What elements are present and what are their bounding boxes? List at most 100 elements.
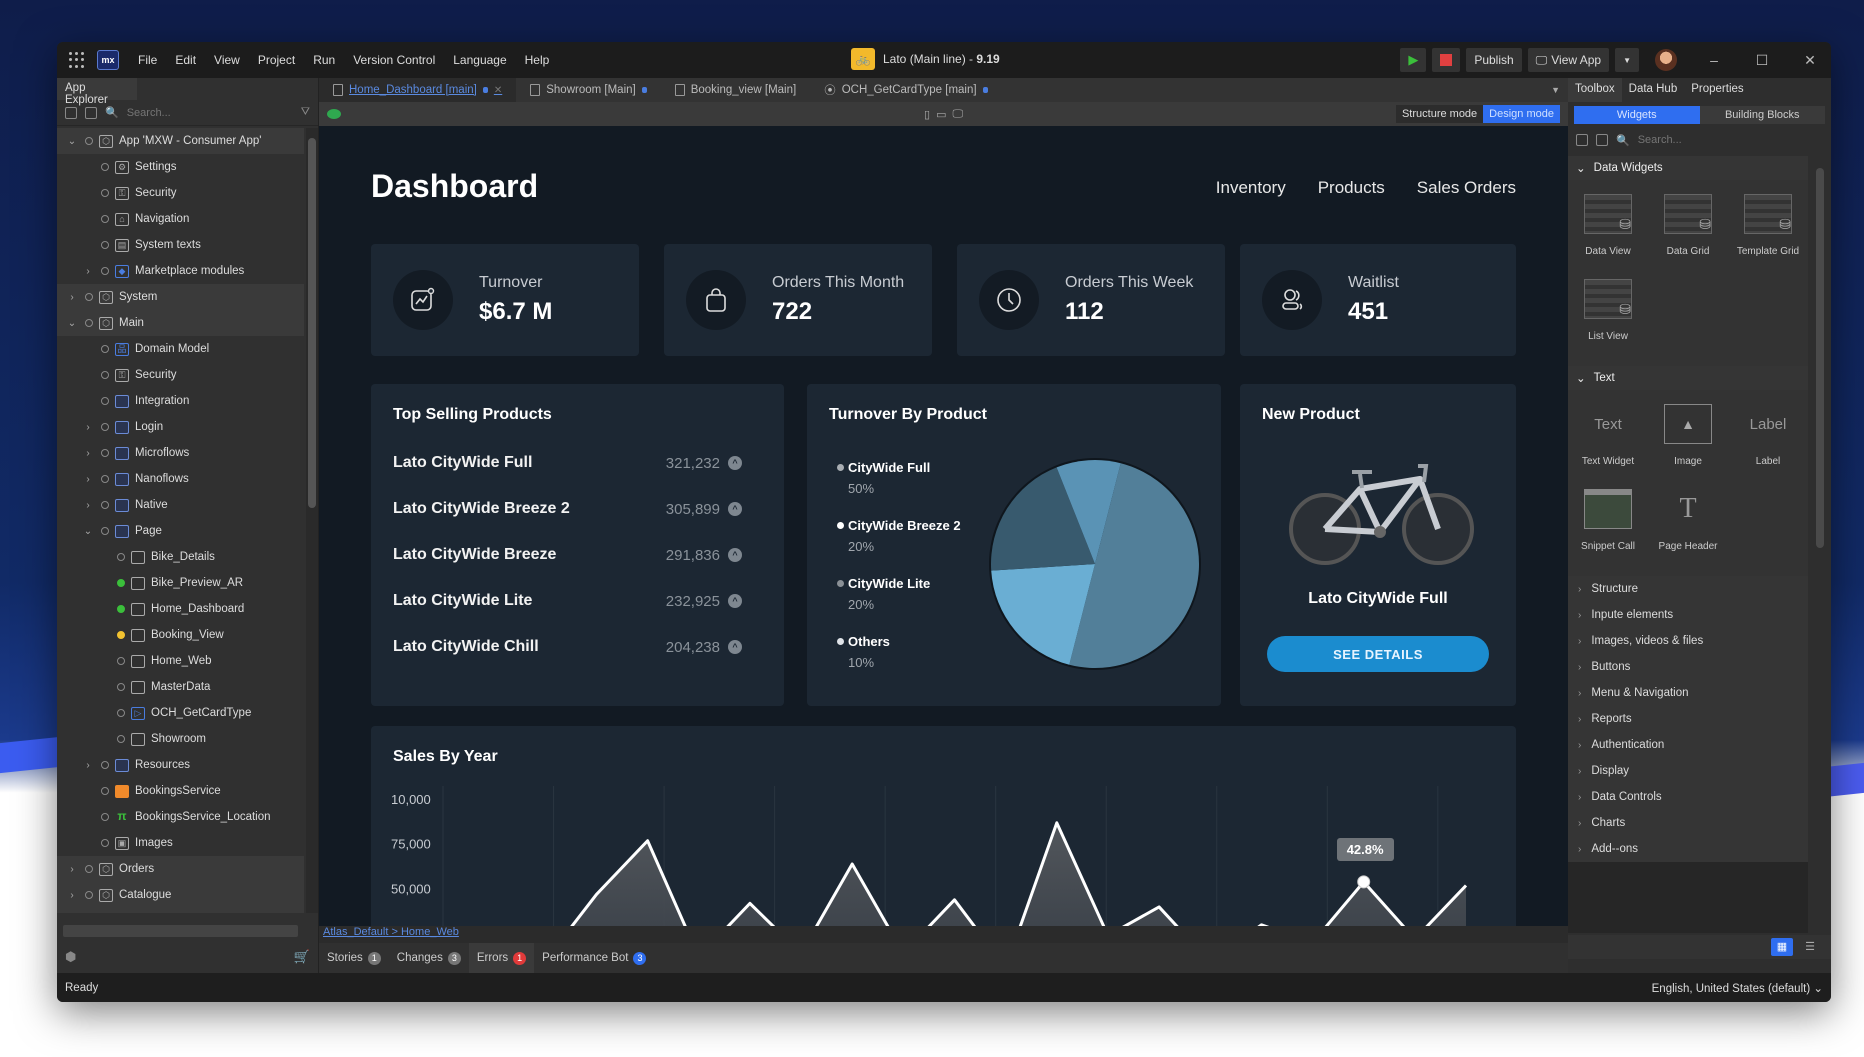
document-tab[interactable]: Home_Dashboard [main] ✕ (319, 78, 517, 102)
tree-item[interactable]: ▷ OCH_GetCardType (57, 700, 304, 726)
run-button[interactable]: ▶ (1400, 48, 1427, 72)
menu-file[interactable]: File (129, 53, 166, 67)
chevron-right-icon[interactable]: › (81, 422, 95, 433)
close-tab-icon[interactable]: ✕ (494, 85, 502, 96)
tree-item[interactable]: Showroom (57, 726, 304, 752)
tree-item[interactable]: Home_Web (57, 648, 304, 674)
tree-item[interactable]: › Microflows (57, 440, 304, 466)
stop-button[interactable] (1432, 48, 1461, 72)
tree-item[interactable]: › Native (57, 492, 304, 518)
tab-toolbox[interactable]: Toolbox (1568, 78, 1622, 102)
tree-item[interactable]: ▣ Images (57, 830, 304, 856)
bottom-tab[interactable]: Changes 3 (389, 943, 469, 973)
document-tab[interactable]: ⦿ OCH_GetCardType [main] (810, 78, 1001, 102)
menu-help[interactable]: Help (516, 53, 559, 67)
bottom-tab[interactable]: Performance Bot 3 (534, 943, 654, 973)
tree-item[interactable]: › Login (57, 414, 304, 440)
explorer-scrollbar[interactable] (306, 128, 318, 913)
maximize-button[interactable]: ☐ (1741, 52, 1783, 69)
chevron-down-icon[interactable]: ⌄ (65, 136, 79, 147)
tree-item[interactable]: Home_Dashboard (57, 596, 304, 622)
toolbox-search-input[interactable] (1637, 134, 1758, 146)
structure-mode-button[interactable]: Structure mode (1395, 105, 1484, 123)
toolbox-category[interactable]: › Charts (1568, 810, 1808, 836)
toolbox-category[interactable]: › Buttons (1568, 654, 1808, 680)
toolbox-category[interactable]: › Authentication (1568, 732, 1808, 758)
category-data-widgets[interactable]: ⌄ Data Widgets (1568, 156, 1808, 180)
building-blocks-segment[interactable]: Building Blocks (1699, 106, 1825, 124)
see-details-button[interactable]: SEE DETAILS (1267, 636, 1489, 672)
toolbox-category[interactable]: › Add--ons (1568, 836, 1808, 862)
widgets-segment[interactable]: Widgets (1574, 106, 1700, 124)
breadcrumb-layout[interactable]: Atlas_Default (323, 926, 388, 938)
module-icon[interactable]: ⬢ (65, 949, 76, 965)
tree-item[interactable]: › ⬡ Orders (57, 856, 304, 882)
nav-sales-orders[interactable]: Sales Orders (1417, 178, 1516, 198)
chevron-right-icon[interactable]: › (81, 500, 95, 511)
marketplace-icon[interactable]: 🛒 (294, 949, 310, 965)
tree-item[interactable]: ⚿ Security (57, 362, 304, 388)
view-app-dropdown[interactable]: ▼ (1615, 48, 1639, 72)
tree-item[interactable]: › ⬡ System (57, 284, 304, 310)
toolbox-scrollbar[interactable] (1815, 160, 1825, 927)
toolbox-category[interactable]: › Menu & Navigation (1568, 680, 1808, 706)
collapse-all-icon[interactable] (1596, 134, 1608, 146)
eye-icon[interactable] (327, 109, 341, 119)
tree-item[interactable]: › Resources (57, 752, 304, 778)
menu-version-control[interactable]: Version Control (344, 53, 444, 67)
toolbox-widget[interactable]: Snippet Call (1568, 483, 1648, 568)
explorer-search-input[interactable] (126, 106, 267, 119)
toolbox-category[interactable]: › Data Controls (1568, 784, 1808, 810)
chevron-right-icon[interactable]: › (65, 890, 79, 901)
minimize-button[interactable]: – (1693, 52, 1735, 68)
tree-item[interactable]: › ◆ Marketplace modules (57, 258, 304, 284)
expand-all-icon[interactable] (1576, 134, 1588, 146)
tree-item[interactable]: ⌄ ⬡ App 'MXW - Consumer App' (57, 128, 304, 154)
toolbox-widget[interactable]: T Page Header (1648, 483, 1728, 568)
tree-item[interactable]: Bike_Preview_AR (57, 570, 304, 596)
toolbox-widget[interactable]: ⛁ Template Grid (1728, 188, 1808, 273)
tabs-dropdown-icon[interactable]: ▼ (1551, 85, 1560, 95)
chevron-right-icon[interactable]: › (81, 760, 95, 771)
menu-language[interactable]: Language (444, 53, 515, 67)
close-button[interactable]: ✕ (1789, 52, 1831, 69)
chevron-down-icon[interactable]: ⌄ (81, 526, 95, 537)
tree-item[interactable]: 品 Domain Model (57, 336, 304, 362)
tree-item[interactable]: BookingsService (57, 778, 304, 804)
tree-item[interactable]: ▤ System texts (57, 232, 304, 258)
collapse-all-icon[interactable] (85, 106, 97, 119)
tablet-view-icon[interactable]: ▭ (936, 108, 946, 121)
filter-icon[interactable]: ⛛ (301, 106, 310, 119)
desktop-view-icon[interactable]: 🖵 (952, 108, 963, 121)
toolbox-widget[interactable]: Label Label (1728, 398, 1808, 483)
phone-view-icon[interactable]: ▯ (924, 108, 930, 121)
chevron-down-icon[interactable]: ⌄ (65, 318, 79, 329)
publish-button[interactable]: Publish (1466, 48, 1522, 72)
toolbox-category[interactable]: › Structure (1568, 576, 1808, 602)
nav-inventory[interactable]: Inventory (1216, 178, 1286, 198)
toolbox-category[interactable]: › Display (1568, 758, 1808, 784)
tab-data-hub[interactable]: Data Hub (1622, 78, 1685, 102)
tree-item[interactable]: Booking_View (57, 622, 304, 648)
user-avatar[interactable] (1655, 49, 1677, 71)
toolbox-category[interactable]: › Inpute elements (1568, 602, 1808, 628)
toolbox-category[interactable]: › Reports (1568, 706, 1808, 732)
tree-item[interactable]: ⚿ Security (57, 180, 304, 206)
category-text[interactable]: ⌄ Text (1568, 366, 1808, 390)
toolbox-widget[interactable]: Text Text Widget (1568, 398, 1648, 483)
toolbox-widget[interactable]: ⛁ Data View (1568, 188, 1648, 273)
explorer-hscrollbar[interactable] (63, 925, 298, 937)
toolbox-widget[interactable]: ▲ Image (1648, 398, 1728, 483)
tab-properties[interactable]: Properties (1684, 78, 1750, 102)
list-view-icon[interactable]: ☰ (1799, 938, 1821, 956)
bottom-tab[interactable]: Stories 1 (319, 943, 389, 973)
document-tab[interactable]: Showroom [Main] (516, 78, 660, 102)
tree-item[interactable]: MasterData (57, 674, 304, 700)
toolbox-widget[interactable]: ⛁ Data Grid (1648, 188, 1728, 273)
chevron-right-icon[interactable]: › (81, 474, 95, 485)
chevron-right-icon[interactable]: › (65, 292, 79, 303)
menu-project[interactable]: Project (249, 53, 304, 67)
app-grid-icon[interactable] (69, 52, 85, 68)
document-tab[interactable]: Booking_view [Main] (661, 78, 810, 102)
tree-item[interactable]: ⌂ Navigation (57, 206, 304, 232)
